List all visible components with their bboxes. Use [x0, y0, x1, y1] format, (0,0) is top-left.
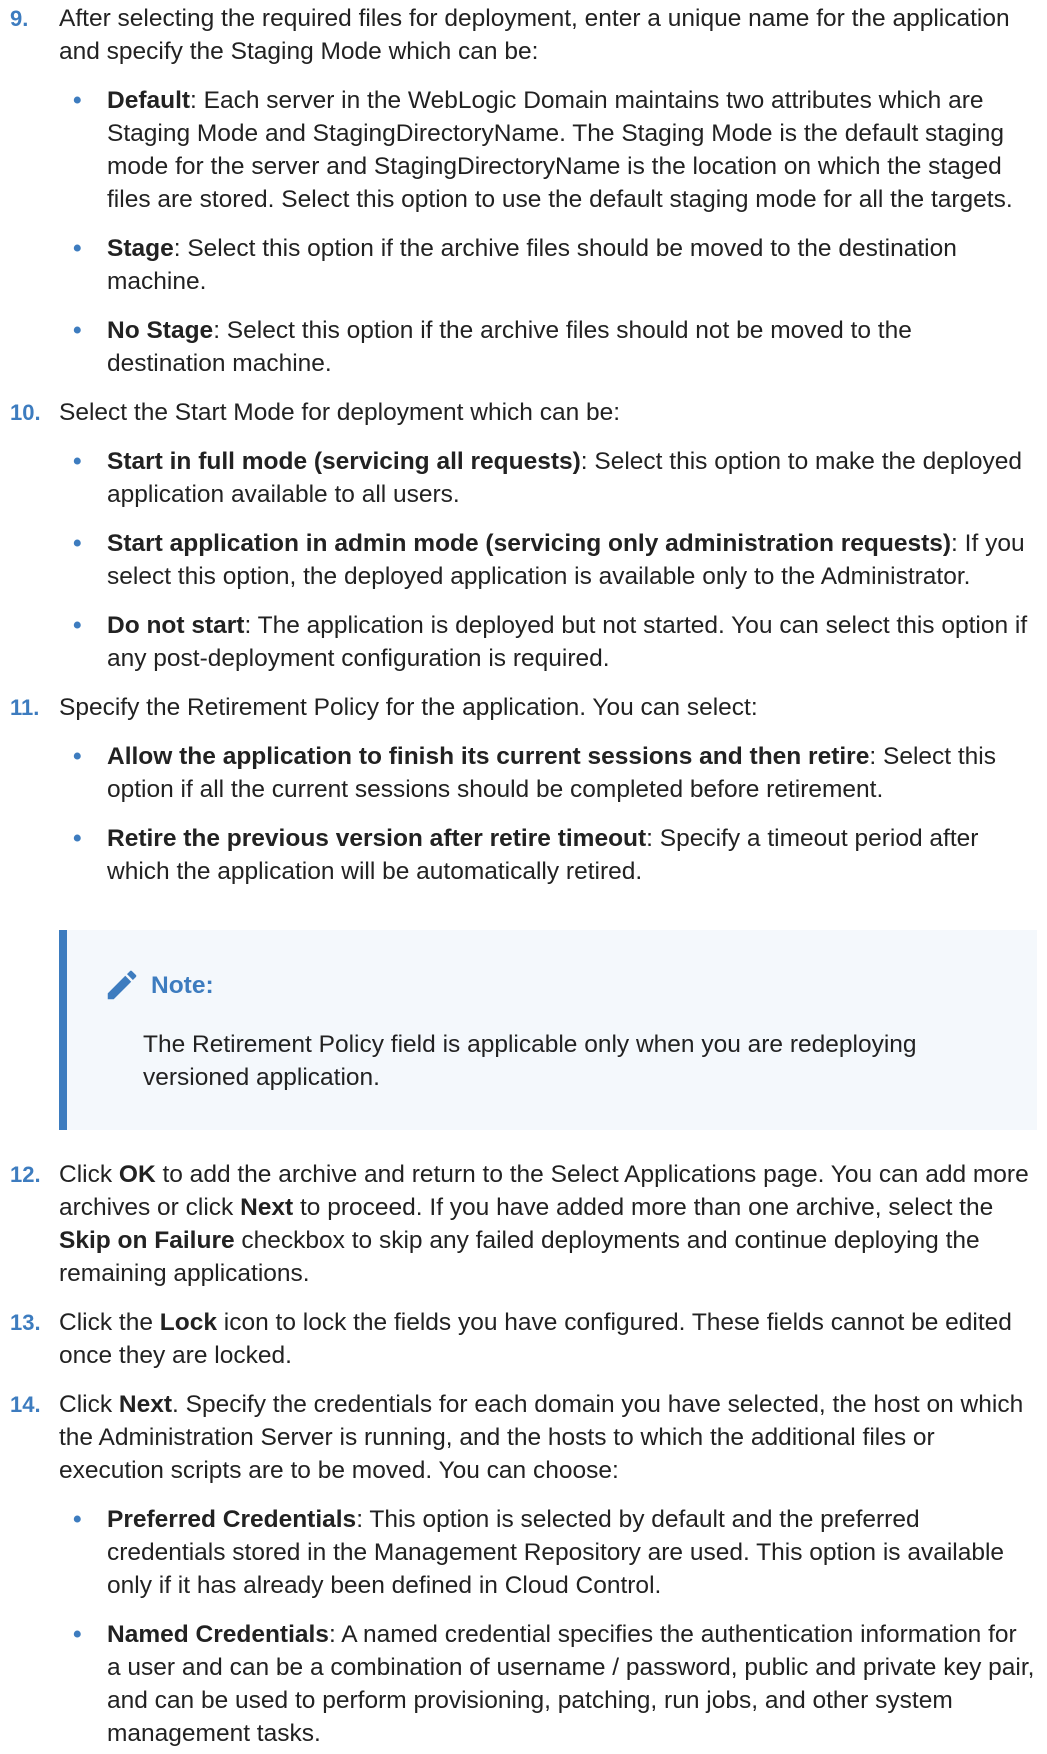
- step-number: 10.: [10, 400, 41, 425]
- bullet-list: • Default: Each server in the WebLogic D…: [59, 84, 1037, 380]
- list-item: • No Stage: Select this option if the ar…: [59, 314, 1037, 380]
- next-term: Next: [240, 1194, 294, 1221]
- list-item: • Default: Each server in the WebLogic D…: [59, 84, 1037, 216]
- step-number: 13.: [10, 1310, 41, 1335]
- list-item: • Allow the application to finish its cu…: [59, 740, 1037, 806]
- step-14: 14. Click Next. Specify the credentials …: [0, 1388, 1047, 1750]
- text-run: Click: [59, 1161, 119, 1188]
- step-text: Specify the Retirement Policy for the ap…: [59, 694, 758, 721]
- bullet-icon: •: [73, 448, 82, 475]
- bullet-icon: •: [73, 235, 82, 262]
- option-term: Start application in admin mode (servici…: [107, 530, 952, 557]
- option-term: Retire the previous version after retire…: [107, 825, 647, 852]
- step-text: Click Next. Specify the credentials for …: [59, 1388, 1037, 1487]
- step-13: 13. Click the Lock icon to lock the fiel…: [0, 1306, 1047, 1372]
- note-callout: Note: The Retirement Policy field is app…: [59, 930, 1037, 1130]
- pencil-icon: [107, 970, 137, 1000]
- step-number: 12.: [10, 1162, 41, 1187]
- bullet-list: • Allow the application to finish its cu…: [59, 740, 1037, 888]
- bullet-icon: •: [73, 1506, 82, 1533]
- note-text: The Retirement Policy field is applicabl…: [143, 1031, 917, 1091]
- bullet-list: • Start in full mode (servicing all requ…: [59, 445, 1037, 675]
- option-term: Default: [107, 87, 191, 114]
- step-number: 9.: [10, 6, 29, 31]
- list-item: • Start application in admin mode (servi…: [59, 527, 1037, 593]
- step-text: Click OK to add the archive and return t…: [59, 1158, 1037, 1290]
- option-term: Start in full mode (servicing all reques…: [107, 448, 581, 475]
- option-term: Do not start: [107, 612, 245, 639]
- step-text: After selecting the required files for d…: [59, 5, 1010, 65]
- skip-on-failure-term: Skip on Failure: [59, 1227, 235, 1254]
- lock-term: Lock: [159, 1309, 217, 1336]
- list-item: • Stage: Select this option if the archi…: [59, 232, 1037, 298]
- bullet-icon: •: [73, 612, 82, 639]
- option-description: : Select this option if the archive file…: [107, 235, 957, 295]
- bullet-icon: •: [73, 87, 82, 114]
- bullet-icon: •: [73, 1621, 82, 1648]
- option-term: Allow the application to finish its curr…: [107, 743, 870, 770]
- list-item: • Preferred Credentials: This option is …: [59, 1503, 1037, 1602]
- step-10: 10. Select the Start Mode for deployment…: [0, 396, 1047, 675]
- text-run: Click the: [59, 1309, 160, 1336]
- next-term: Next: [118, 1391, 172, 1418]
- document: 9. After selecting the required files fo…: [0, 2, 1047, 1750]
- bullet-icon: •: [73, 530, 82, 557]
- note-header: Note:: [103, 966, 997, 1004]
- option-term: No Stage: [107, 317, 214, 344]
- text-run: to proceed. If you have added more than …: [293, 1194, 994, 1221]
- list-item: • Named Credentials: A named credential …: [59, 1618, 1037, 1750]
- step-12: 12. Click OK to add the archive and retu…: [0, 1158, 1047, 1290]
- list-item: • Do not start: The application is deplo…: [59, 609, 1037, 675]
- list-item: • Start in full mode (servicing all requ…: [59, 445, 1037, 511]
- bullet-icon: •: [73, 317, 82, 344]
- step-number: 11.: [10, 695, 40, 720]
- step-number: 14.: [10, 1392, 41, 1417]
- option-term: Named Credentials: [107, 1621, 329, 1648]
- step-text: Click the Lock icon to lock the fields y…: [59, 1306, 1037, 1372]
- step-text: Select the Start Mode for deployment whi…: [59, 399, 621, 426]
- list-item: • Retire the previous version after reti…: [59, 822, 1037, 888]
- text-run: Click: [59, 1391, 119, 1418]
- bullet-list: • Preferred Credentials: This option is …: [59, 1503, 1037, 1750]
- text-run: . Specify the credentials for each domai…: [59, 1391, 1024, 1484]
- option-term: Stage: [107, 235, 174, 262]
- step-11: 11. Specify the Retirement Policy for th…: [0, 691, 1047, 888]
- bullet-icon: •: [73, 743, 82, 770]
- note-title: Note:: [151, 971, 214, 999]
- option-description: : The application is deployed but not st…: [107, 612, 1028, 672]
- ok-term: OK: [118, 1161, 156, 1188]
- option-term: Preferred Credentials: [107, 1506, 357, 1533]
- bullet-icon: •: [73, 825, 82, 852]
- option-description: : Each server in the WebLogic Domain mai…: [107, 87, 1013, 213]
- step-9: 9. After selecting the required files fo…: [0, 2, 1047, 380]
- option-description: : Select this option if the archive file…: [107, 317, 912, 377]
